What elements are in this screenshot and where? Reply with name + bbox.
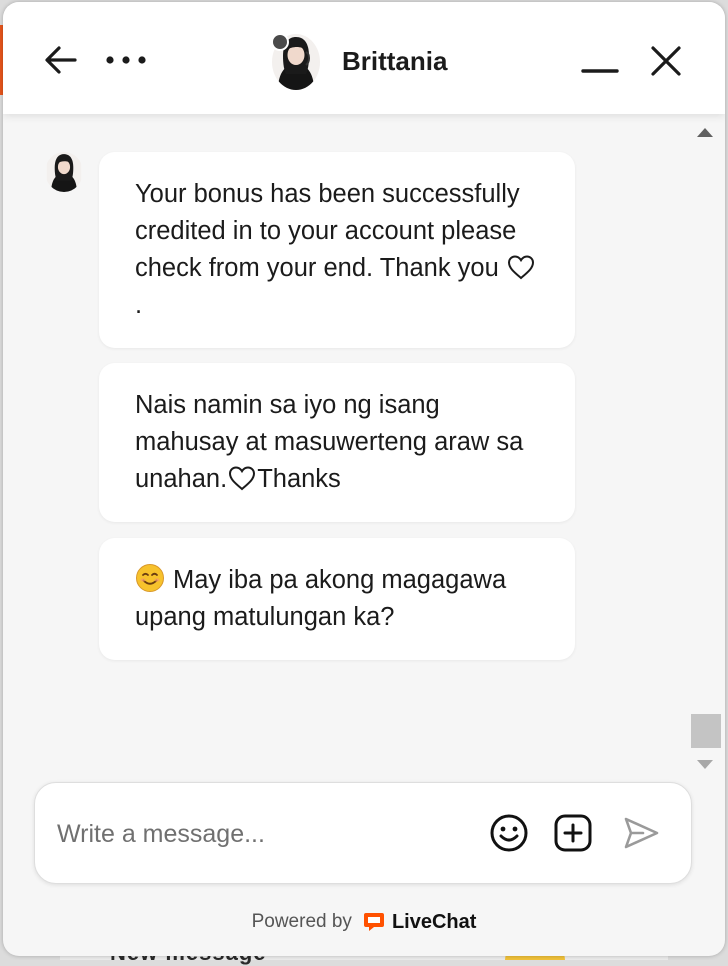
more-options-button[interactable] [103,48,153,72]
heart-outline-icon [507,255,534,280]
message-text: Your bonus has been successfully credite… [135,180,520,282]
close-button[interactable] [645,40,687,82]
close-icon [651,46,681,76]
message-composer [34,782,692,884]
message-input[interactable] [55,813,479,855]
message-avatar [45,152,83,192]
agent-name: Brittania [342,45,448,76]
chat-header: Brittania [3,2,725,114]
smiling-face-icon [136,564,164,592]
scroll-down-arrow-icon[interactable] [697,760,713,769]
message-bubble: Your bonus has been successfully credite… [99,152,575,348]
message-trailing-text: Thanks [257,465,341,493]
message-text: May iba pa akong magagawa upang matulung… [135,566,507,631]
livechat-brand[interactable]: LiveChat [392,911,476,934]
powered-by-footer: Powered by LiveChat [3,902,725,942]
add-attachment-button[interactable] [553,813,593,853]
minimize-icon [581,69,619,73]
more-horizontal-icon [106,56,146,64]
add-attachment-icon [554,814,592,852]
back-button[interactable] [41,42,81,78]
status-indicator [271,33,289,51]
agent-info: Brittania [268,30,447,92]
scrollbar-thumb[interactable] [691,714,721,748]
agent-avatar [268,32,320,90]
chat-widget: Brittania Your bonus has been successful [3,2,725,956]
message-scrollbar[interactable] [691,114,721,774]
agent-photo-icon [46,152,82,192]
scroll-up-arrow-icon[interactable] [697,128,713,137]
message-bubble: Nais namin sa iyo ng isang mahusay at ma… [99,363,575,522]
send-icon [624,817,659,849]
powered-by-text: Powered by [251,911,352,932]
heart-outline-icon [229,466,256,491]
arrow-left-icon [45,46,77,74]
send-button[interactable] [621,813,661,853]
message-trailing-text: . [135,291,143,319]
message-list[interactable]: Your bonus has been successfully credite… [3,114,725,774]
message-bubble: May iba pa akong magagawa upang matulung… [99,538,575,660]
minimize-button[interactable] [579,50,621,80]
emoji-icon [490,814,528,852]
livechat-logo-icon [363,913,384,931]
emoji-button[interactable] [489,813,529,853]
